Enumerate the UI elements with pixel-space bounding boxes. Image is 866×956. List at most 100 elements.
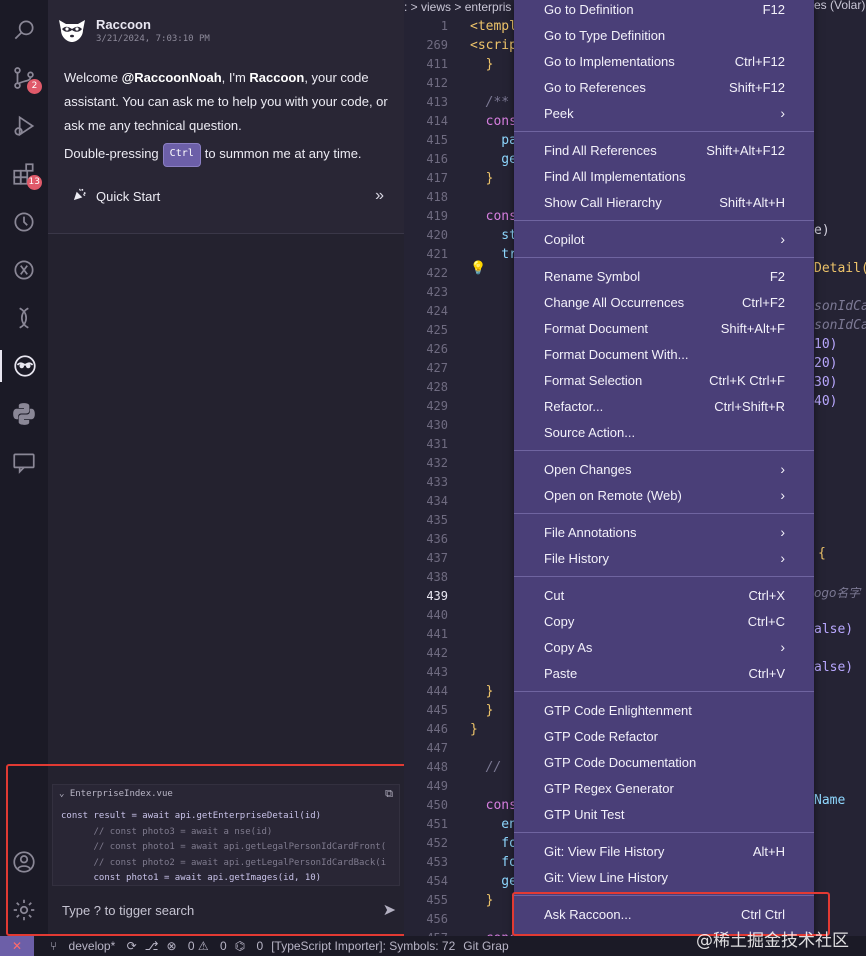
menu-item-copy[interactable]: Copy Ctrl+C [514,608,814,634]
line-number: 444 [426,684,448,698]
history-icon[interactable] [8,206,40,238]
menu-item-format-selection[interactable]: Format Selection Ctrl+K Ctrl+F [514,367,814,393]
menu-item-source-action[interactable]: Source Action... [514,419,814,445]
menu-item-show-call-hierarchy[interactable]: Show Call Hierarchy Shift+Alt+H [514,189,814,215]
extensions-icon[interactable]: 13 [8,158,42,190]
menu-item-peek[interactable]: Peek › [514,100,814,126]
menu-item-paste[interactable]: Paste Ctrl+V [514,660,814,686]
tab-fragment: es (Volar) [814,0,866,12]
menu-item-open-changes[interactable]: Open Changes › [514,456,814,482]
code-line: fo [470,855,517,870]
menu-item-rename-symbol[interactable]: Rename Symbol F2 [514,263,814,289]
git-graph-icon[interactable] [8,302,40,334]
menu-item-go-to-implementations[interactable]: Go to Implementations Ctrl+F12 [514,48,814,74]
branch-indicator[interactable]: ⑂ develop* ⟳ [42,939,137,953]
problems-indicator[interactable]: ⊗ 0 ⚠ 0 [167,939,227,953]
menu-item-format-document-with[interactable]: Format Document With... [514,341,814,367]
python-icon[interactable] [8,398,40,430]
menu-item-label: Copilot [544,231,585,247]
menu-separator [514,513,814,514]
menu-item-label: Peek [544,105,574,121]
run-debug-icon[interactable] [8,110,40,142]
quick-start-button[interactable]: Quick Start » [72,186,384,206]
account-icon[interactable] [8,846,40,878]
line-number: 427 [426,361,448,375]
menu-item-file-history[interactable]: File History › [514,545,814,571]
menu-item-label: Find All Implementations [544,168,686,184]
breadcrumb[interactable]: : > views > enterpris [404,0,511,14]
menu-item-go-to-definition[interactable]: Go to Definition F12 [514,0,814,22]
menu-item-gtp-unit-test[interactable]: GTP Unit Test [514,801,814,827]
ts-importer-status[interactable]: [TypeScript Importer]: Symbols: 72 [271,939,455,953]
menu-item-git-view-line-history[interactable]: Git: View Line History [514,864,814,890]
git-graph-status[interactable]: Git Grap [463,939,508,953]
search-icon[interactable] [8,14,40,46]
open-external-icon[interactable]: ⧉ [385,788,393,801]
user-mention: @RaccoonNoah [121,70,222,85]
line-number: 439 [426,589,448,603]
menu-item-label: Find All References [544,142,657,158]
menu-separator [514,576,814,577]
menu-item-gtp-code-enlightenment[interactable]: GTP Code Enlightenment [514,697,814,723]
menu-separator [514,220,814,221]
ports-indicator[interactable]: ⌬ 0 [235,939,264,953]
menu-item-go-to-references[interactable]: Go to References Shift+F12 [514,74,814,100]
line-numbers: 1 269 411 412 413 414 415 416 417 418 419 420 421 422… [404,17,448,948]
menu-item-find-all-implementations[interactable]: Find All Implementations [514,163,814,189]
menu-item-shortcut: Ctrl+Shift+R [714,398,785,414]
source-control-icon[interactable]: 2 [8,62,42,94]
chevron-right-icon: › [780,231,785,247]
chat-search-input[interactable] [52,902,352,918]
menu-item-label: Cut [544,587,565,603]
remote-explorer-icon[interactable] [8,254,40,286]
menu-item-shortcut: Shift+Alt+F [720,320,785,336]
line-number: 269 [426,38,448,52]
lightbulb-icon[interactable]: 💡 [470,260,486,276]
menu-item-gtp-code-refactor[interactable]: GTP Code Refactor [514,723,814,749]
menu-item-cut[interactable]: Cut Ctrl+X [514,582,814,608]
sync-icon[interactable]: ⟳ [127,939,137,953]
menu-item-find-all-references[interactable]: Find All References Shift+Alt+F12 [514,137,814,163]
menu-item-git-view-file-history[interactable]: Git: View File History Alt+H [514,838,814,864]
line-number: 417 [426,171,448,185]
publish-icon[interactable]: ⎇ [145,939,159,953]
line-number: 414 [426,114,448,128]
settings-gear-icon[interactable] [8,894,40,926]
remote-indicator-icon[interactable]: ✕ [0,936,34,956]
menu-item-gtp-regex-generator[interactable]: GTP Regex Generator [514,775,814,801]
menu-item-refactor[interactable]: Refactor... Ctrl+Shift+R [514,393,814,419]
line-number: 440 [426,608,448,622]
raccoon-icon[interactable] [0,350,48,382]
menu-item-file-annotations[interactable]: File Annotations › [514,519,814,545]
menu-item-open-on-remote-web[interactable]: Open on Remote (Web) › [514,482,814,508]
chevron-down-icon[interactable]: ⌄ [59,789,64,799]
menu-item-shortcut: F2 [769,268,785,284]
code-fragment: sonIdCa [814,299,866,314]
menu-item-copilot[interactable]: Copilot › [514,226,814,252]
line-number: 418 [426,190,448,204]
code-fragment: Detail( [814,261,866,276]
line-number: 426 [426,342,448,356]
line-number: 423 [426,285,448,299]
context-line: // const photo3 = await a nse(id) [61,826,273,837]
send-icon[interactable]: ➤ [383,900,396,920]
menu-item-gtp-code-documentation[interactable]: GTP Code Documentation [514,749,814,775]
shortcut-hint: Double-pressing Ctrl to summon me at any t… [64,142,400,167]
menu-item-label: Refactor... [544,398,604,414]
menu-item-label: GTP Unit Test [544,806,625,822]
comments-icon[interactable] [8,446,40,478]
menu-item-format-document[interactable]: Format Document Shift+Alt+F [514,315,814,341]
menu-item-go-to-type-definition[interactable]: Go to Type Definition [514,22,814,48]
line-number: 425 [426,323,448,337]
menu-item-copy-as[interactable]: Copy As › [514,634,814,660]
menu-item-change-all-occurrences[interactable]: Change All Occurrences Ctrl+F2 [514,289,814,315]
menu-item-ask-raccoon[interactable]: Ask Raccoon... Ctrl Ctrl [514,901,814,927]
menu-item-label: Rename Symbol [544,268,641,284]
